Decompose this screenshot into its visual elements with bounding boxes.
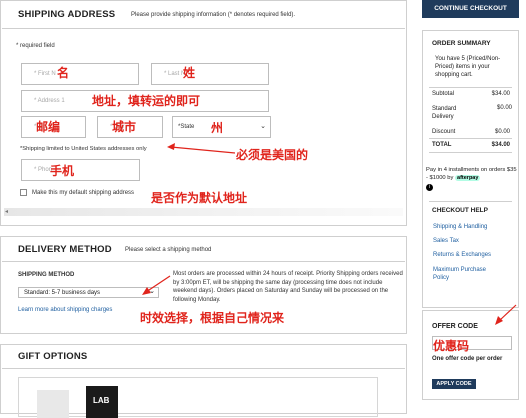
total-label: TOTAL [432, 142, 452, 148]
delivery-instruction: Please select a shipping method [125, 247, 212, 253]
shipping-instruction: Please provide shipping information (* d… [131, 12, 296, 18]
total-value: $34.00 [491, 142, 510, 148]
total-row: TOTAL $34.00 [432, 142, 510, 148]
delivery-description: Most orders are processed within 24 hour… [173, 271, 403, 303]
horizontal-scrollbar[interactable]: ◂ [4, 208, 403, 216]
shipping-address-title: SHIPPING ADDRESS [18, 9, 116, 20]
order-summary-panel: ORDER SUMMARY You have 5 (Priced/Non-Pri… [422, 30, 519, 308]
help-link-returns[interactable]: Returns & Exchanges [433, 252, 491, 258]
shipping-method-select[interactable]: Standard: 5-7 business days ⌄ [18, 287, 159, 298]
subtotal-label: Subtotal [432, 91, 455, 97]
info-icon[interactable]: i [426, 184, 433, 191]
gift-bag-image: LAB [86, 386, 118, 418]
shipping-charges-link[interactable]: Learn more about shipping charges [18, 307, 112, 313]
afterpay-badge[interactable]: afterpay [455, 174, 481, 181]
annotation-city: 城市 [112, 120, 137, 134]
arrow-icon [495, 304, 517, 325]
discount-row: Discount $0.00 [432, 129, 510, 135]
discount-label: Discount [432, 129, 456, 135]
annotation-first-name: 名 [57, 66, 70, 80]
subtotal-row: Subtotal $34.00 [432, 91, 510, 97]
annotation-last-name: 姓 [183, 66, 196, 80]
discount-value: $0.00 [494, 129, 510, 135]
section-divider [2, 261, 405, 262]
help-link-shipping[interactable]: Shipping & Handling [433, 224, 487, 230]
shipping-method-label: SHIPPING METHOD [18, 272, 75, 278]
annotation-address: 地址，填转运的即可 [92, 94, 201, 108]
gift-bag-text: LAB [93, 396, 110, 405]
help-link-sales-tax[interactable]: Sales Tax [433, 238, 459, 244]
delivery-label: Standard Delivery [432, 106, 457, 120]
arrow-icon [167, 143, 236, 154]
gift-tissue-image [37, 390, 69, 418]
delivery-value: $0.00 [496, 105, 512, 111]
apply-code-button[interactable]: APPLY CODE [432, 379, 476, 389]
shipping-method-value: Standard: 5-7 business days [24, 290, 101, 296]
delivery-row: Standard Delivery $0.00 [432, 105, 512, 121]
default-address-checkbox[interactable] [20, 189, 27, 196]
order-summary-title: ORDER SUMMARY [432, 40, 491, 47]
shipping-limit-note: *Shipping limited to United States addre… [20, 146, 147, 152]
continue-checkout-button[interactable]: CONTINUE CHECKOUT [422, 0, 519, 18]
section-divider [2, 368, 405, 369]
delivery-method-title: DELIVERY METHOD [18, 244, 112, 255]
summary-divider [429, 152, 512, 153]
gift-option-card[interactable]: LAB [18, 377, 378, 418]
annotation-state: 州 [211, 121, 224, 135]
gift-options-panel: GIFT OPTIONS LAB [0, 344, 407, 418]
summary-divider [429, 201, 512, 202]
help-link-max-purchase[interactable]: Maximum Purchase Policy [433, 266, 503, 282]
annotation-phone: 手机 [50, 164, 75, 178]
annotation-zip: 邮编 [36, 120, 61, 134]
section-divider [2, 28, 405, 29]
annotation-default: 是否作为默认地址 [151, 191, 248, 205]
checkout-help-title: CHECKOUT HELP [432, 207, 488, 214]
offer-code-title: OFFER CODE [432, 323, 478, 330]
required-note: * required field [16, 43, 55, 49]
gift-options-title: GIFT OPTIONS [18, 351, 88, 362]
chevron-down-icon: ⌄ [260, 123, 266, 130]
arrow-icon [142, 275, 171, 295]
scroll-left-icon[interactable]: ◂ [5, 208, 8, 215]
summary-divider [429, 87, 512, 88]
annotation-us-only: 必须是美国的 [236, 148, 309, 162]
annotation-offer-code: 优惠码 [433, 339, 470, 353]
first-name-input[interactable]: * First N [21, 63, 139, 85]
state-value: *State [178, 124, 195, 130]
default-address-label: Make this my default shipping address [32, 190, 135, 196]
last-name-input[interactable]: * Last N [151, 63, 269, 85]
summary-divider [429, 138, 512, 139]
phone-input[interactable]: * Phon [21, 159, 140, 181]
installments-text: Pay in 4 installments on orders $35 - $1… [426, 167, 518, 182]
subtotal-value: $34.00 [491, 91, 510, 97]
annotation-timing: 时效选择，根据自己情况来 [140, 311, 285, 325]
cart-items-text: You have 5 (Priced/Non-Priced) items in … [435, 56, 501, 78]
offer-code-note: One offer code per order [432, 356, 503, 362]
